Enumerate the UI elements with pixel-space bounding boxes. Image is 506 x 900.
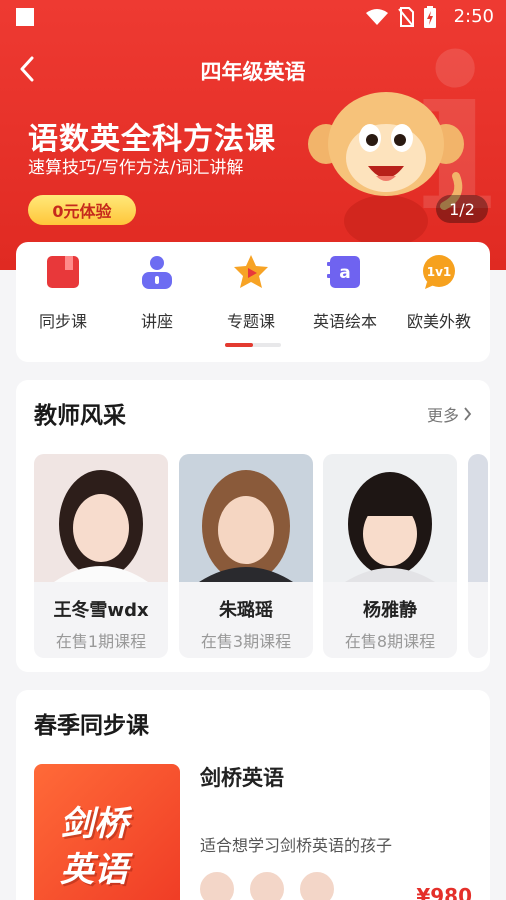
section-title: 春季同步课 xyxy=(34,713,149,739)
course-price: ¥980 xyxy=(416,884,472,900)
cover-text: 英语 xyxy=(60,850,128,890)
battery-charging-icon xyxy=(424,6,436,28)
category-shortcuts: 同步课 讲座 专题课 a 英语绘本 1v1 欧美外教 xyxy=(16,242,490,362)
course-description: 适合想学习剑桥英语的孩子 xyxy=(200,836,393,855)
monkey-mascot-image xyxy=(308,92,464,246)
teacher-course-count: 在售1期课程 xyxy=(55,632,147,651)
banner-subtitle: 速算技巧/写作方法/词汇讲解 xyxy=(28,158,244,178)
category-foreign-teacher[interactable]: 1v1 欧美外教 xyxy=(392,254,486,332)
no-sim-icon xyxy=(398,7,414,27)
category-label: 讲座 xyxy=(140,312,173,331)
category-label: 英语绘本 xyxy=(312,312,377,331)
teacher-card[interactable]: 王冬雪wdx 在售1期课程 xyxy=(34,454,168,658)
category-sync-course[interactable]: 同步课 xyxy=(16,254,110,332)
course-name[interactable]: 剑桥英语 xyxy=(200,762,284,792)
teacher-name: 朱璐瑶 xyxy=(219,600,273,621)
avatar xyxy=(298,870,336,900)
category-topic-course[interactable]: 专题课 xyxy=(204,254,298,332)
teacher-card[interactable]: 朱璐瑶 在售3期课程 xyxy=(179,454,313,658)
teacher-card-partial[interactable] xyxy=(468,454,488,658)
foreign-teacher-icon: 1v1 xyxy=(423,255,455,289)
scroll-indicator xyxy=(225,343,281,347)
svg-text:a: a xyxy=(339,263,350,283)
banner-title: 语数英全科方法课 xyxy=(28,122,276,157)
lecturer-icon xyxy=(142,256,172,289)
notification-icon xyxy=(16,8,34,26)
status-time: 2:50 xyxy=(453,6,494,27)
teacher-card[interactable]: 杨雅静 在售8期课程 xyxy=(323,454,457,658)
page-title: 四年级英语 xyxy=(200,60,306,84)
free-trial-button[interactable]: 0元体验 xyxy=(28,195,136,225)
wifi-icon xyxy=(366,9,388,25)
teacher-avatars xyxy=(198,870,336,900)
avatar xyxy=(248,870,286,900)
category-picture-book[interactable]: a 英语绘本 xyxy=(298,254,392,332)
teachers-section: 教师风采 更多 王冬雪wdx 在售1期课程 朱璐瑶 在售3期课程 杨雅静 在售8… xyxy=(16,380,490,672)
avatar xyxy=(198,870,236,900)
star-icon xyxy=(234,255,268,288)
book-icon xyxy=(47,256,79,288)
teacher-photo xyxy=(179,454,313,582)
cover-text: 剑桥 xyxy=(60,804,128,844)
svg-text:1v1: 1v1 xyxy=(427,265,452,279)
picture-book-icon: a xyxy=(327,256,360,288)
teacher-name: 杨雅静 xyxy=(363,600,417,621)
teacher-photo xyxy=(323,454,457,582)
category-lecture[interactable]: 讲座 xyxy=(110,254,204,332)
teacher-name: 王冬雪wdx xyxy=(53,600,149,621)
category-label: 同步课 xyxy=(38,312,87,331)
teacher-course-count: 在售3期课程 xyxy=(200,632,292,651)
category-label: 专题课 xyxy=(226,312,275,331)
more-link[interactable]: 更多 xyxy=(427,402,472,426)
chevron-right-icon xyxy=(464,407,472,421)
section-title: 教师风采 xyxy=(34,403,126,429)
courses-section: 春季同步课 剑桥 英语 剑桥英语 适合想学习剑桥英语的孩子 ¥980 xyxy=(16,690,490,900)
teacher-photo xyxy=(34,454,168,582)
category-label: 欧美外教 xyxy=(406,312,471,331)
hero-banner[interactable]: i 2:50 四年级英语 语数英全科方法课 速算技巧/写作 xyxy=(0,0,506,270)
banner-pager: 1/2 xyxy=(436,195,488,223)
more-label: 更多 xyxy=(426,406,459,425)
course-cover-image[interactable]: 剑桥 英语 xyxy=(34,764,180,900)
status-bar: 2:50 xyxy=(0,0,506,36)
teacher-course-count: 在售8期课程 xyxy=(344,632,436,651)
